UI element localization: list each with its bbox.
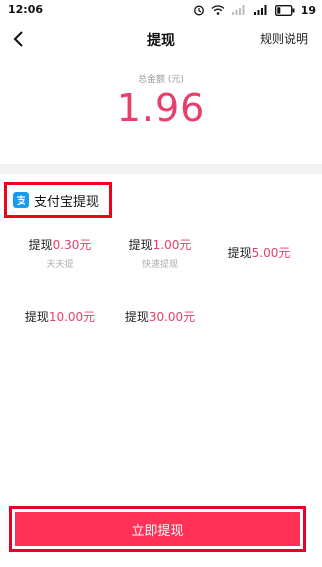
option-prefix: 提现: [124, 310, 149, 324]
withdraw-option-0.30[interactable]: 提现0.30元 天天提: [15, 236, 105, 270]
submit-highlight-frame: 立即提现: [9, 506, 306, 552]
option-prefix: 提现: [227, 246, 252, 260]
alipay-withdraw-label: 支付宝提现: [34, 194, 100, 210]
option-amount: 0.30元: [52, 238, 92, 252]
status-time: 12:06: [8, 3, 44, 16]
total-amount-label: 总金额 (元): [138, 75, 184, 85]
option-amount: 1.00元: [152, 238, 192, 252]
alipay-withdraw-method[interactable]: 支付宝提现: [4, 182, 112, 218]
withdraw-option-1.00[interactable]: 提现1.00元 快速提现: [115, 236, 205, 270]
rules-link[interactable]: 规则说明: [260, 30, 308, 47]
option-amount: 10.00元: [48, 310, 96, 324]
alarm-icon: [193, 5, 204, 16]
signal-icon: [253, 5, 267, 15]
signal-icon: [231, 5, 245, 15]
withdraw-option-30.00[interactable]: 提现30.00元: [115, 308, 205, 325]
header: 提现 规则说明: [0, 22, 322, 58]
alipay-logo-icon: [13, 192, 29, 208]
withdraw-option-5.00[interactable]: 提现5.00元: [214, 244, 304, 261]
battery-icon: [274, 4, 295, 16]
withdraw-option-10.00[interactable]: 提现10.00元: [15, 308, 105, 325]
option-prefix: 提现: [128, 238, 153, 252]
withdraw-now-button[interactable]: 立即提现: [15, 512, 300, 546]
total-amount-value: 1.96: [116, 86, 206, 130]
option-amount: 30.00元: [148, 310, 196, 324]
section-divider: [0, 164, 322, 174]
battery-level: 19: [300, 3, 316, 17]
option-amount: 5.00元: [251, 246, 291, 260]
option-prefix: 提现: [28, 238, 53, 252]
status-bar: 12:06 19: [0, 0, 322, 22]
option-note: 天天提: [46, 260, 74, 270]
option-prefix: 提现: [24, 310, 49, 324]
option-note: 快速提现: [141, 260, 178, 270]
status-icons: 19: [193, 3, 316, 17]
wifi-icon: [211, 5, 225, 15]
